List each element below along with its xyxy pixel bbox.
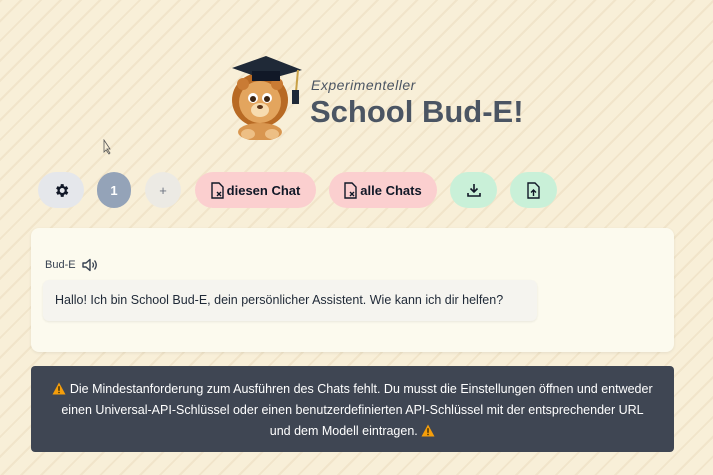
delete-this-chat-label: diesen Chat xyxy=(226,182,301,198)
assistant-message: Hallo! Ich bin School Bud-E, dein persön… xyxy=(43,280,537,321)
gear-icon xyxy=(55,183,68,197)
delete-all-chats-label: alle Chats xyxy=(360,182,422,198)
app-title: School Bud-E! xyxy=(310,94,524,129)
delete-file-icon xyxy=(210,181,224,199)
chat-toolbar: 1 + diesen Chat alle Chats xyxy=(38,172,678,208)
delete-file-icon xyxy=(344,181,357,199)
lion-mascot-logo xyxy=(232,56,302,140)
mouse-cursor-icon xyxy=(103,139,111,155)
upload-chat-button[interactable] xyxy=(510,172,557,208)
chat-panel: Bud-E Hallo! Ich bin School Bud-E, dein … xyxy=(31,228,674,352)
speaker-icon[interactable] xyxy=(81,258,98,272)
settings-button[interactable] xyxy=(38,172,84,208)
app-header: Experimenteller School Bud-E! xyxy=(226,52,526,148)
delete-all-chats-button[interactable]: alle Chats xyxy=(329,172,437,208)
message-sender: Bud-E xyxy=(45,259,76,271)
upload-file-icon xyxy=(527,181,540,199)
warning-text: Die Mindestanforderung zum Ausführen des… xyxy=(61,382,653,438)
app-subtitle: Experimenteller xyxy=(311,77,416,93)
delete-this-chat-button[interactable]: diesen Chat xyxy=(195,172,316,208)
warning-icon xyxy=(421,424,435,437)
requirements-warning: Die Mindestanforderung zum Ausführen des… xyxy=(31,366,674,452)
message-header: Bud-E xyxy=(45,258,98,272)
download-icon xyxy=(466,184,481,197)
warning-icon xyxy=(52,382,66,395)
download-chat-button[interactable] xyxy=(450,172,497,208)
new-chat-button[interactable]: + xyxy=(145,172,181,208)
chat-tab-1[interactable]: 1 xyxy=(97,172,131,208)
